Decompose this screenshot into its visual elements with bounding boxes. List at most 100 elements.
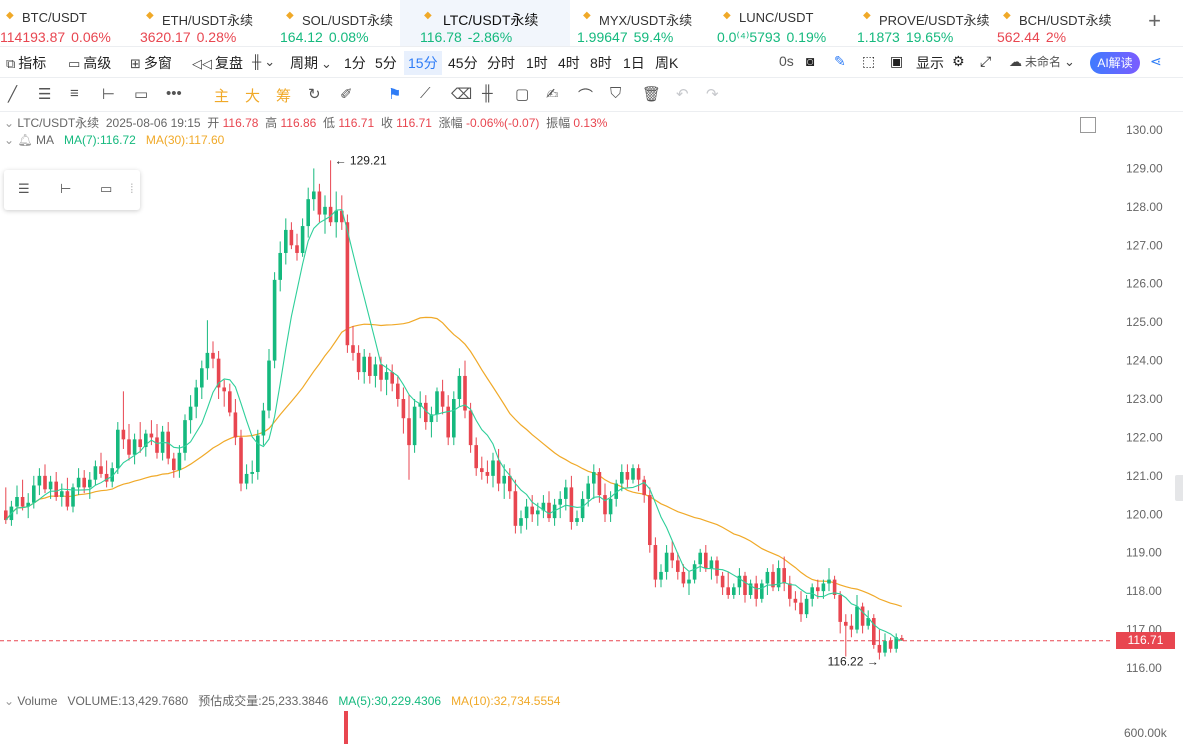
y-axis-tick: 124.00	[1126, 354, 1163, 368]
candle-body	[620, 472, 624, 484]
candle-body	[121, 429, 126, 440]
candle-body	[267, 360, 271, 411]
candle-body	[793, 598, 798, 603]
ma30-value: MA(30):117.60	[145, 133, 225, 147]
candle-body	[15, 496, 19, 507]
candle-body	[676, 560, 680, 572]
candle-body	[877, 644, 882, 653]
candle-body	[821, 583, 826, 592]
candle-body	[485, 472, 490, 476]
candle-body	[782, 568, 786, 584]
candle-body	[351, 345, 355, 353]
candle-body	[177, 452, 182, 471]
candle-body	[401, 399, 406, 419]
candle-body	[608, 498, 613, 515]
candle-body	[872, 618, 876, 645]
candle-body	[127, 439, 131, 455]
collapse-icon[interactable]: ⌄	[4, 116, 14, 130]
candle-body	[362, 356, 366, 373]
horizontal-ray-icon[interactable]: ⊢	[60, 181, 71, 197]
price-chart[interactable]: 130.00 129.00 128.00 127.00 126.00 125.00 124.…	[0, 0, 1183, 744]
horizontal-lines-icon[interactable]: ☰	[18, 181, 30, 197]
candle-body	[76, 477, 81, 488]
candle-body	[384, 372, 389, 380]
candle-body	[116, 429, 120, 469]
y-axis-tick: 127.00	[1126, 238, 1163, 252]
legend-symbol: LTC/USDT永续	[17, 116, 100, 130]
candle-body	[765, 571, 770, 584]
candle-body	[524, 506, 529, 519]
candle-body	[547, 502, 551, 519]
alarm-bell-icon[interactable]: 🔔︎	[17, 133, 32, 147]
drag-handle-icon[interactable]: ⁞	[130, 181, 134, 196]
amplitude-value: 0.13%	[573, 116, 608, 130]
candle-body	[88, 479, 92, 488]
candle-body	[396, 383, 400, 399]
candle-body	[149, 433, 154, 438]
candle-body	[799, 602, 803, 615]
candle-body	[888, 641, 893, 649]
candle-body	[536, 510, 540, 515]
candle-body	[502, 475, 506, 484]
change-label: 涨幅	[438, 116, 463, 130]
candle-body	[239, 437, 243, 484]
candle-body	[37, 475, 42, 486]
candle-body	[20, 496, 25, 507]
candle-body	[720, 575, 725, 588]
candle-body	[166, 431, 170, 459]
candle-body	[457, 375, 462, 399]
candle-body	[93, 466, 98, 480]
candle-body	[664, 552, 669, 572]
estimated-volume-label: 预估成交量:	[198, 694, 262, 708]
candle-body	[183, 420, 187, 453]
rectangle-icon[interactable]: ▭	[100, 181, 112, 197]
candle-body	[312, 191, 316, 200]
candle-body	[508, 475, 512, 492]
volume-ma10-value: MA(10):32,734.5554	[451, 694, 561, 708]
candle-body	[480, 468, 484, 473]
candle-body	[379, 364, 383, 380]
y-axis-tick: 129.00	[1126, 161, 1163, 175]
candle-body	[788, 583, 792, 599]
chart-expand-icon[interactable]	[1080, 117, 1096, 133]
candle-body	[709, 560, 714, 569]
ma-title: MA	[35, 133, 54, 147]
ma7-value: MA(7):116.72	[64, 133, 136, 147]
candle-body	[194, 387, 198, 407]
candle-body	[687, 579, 691, 584]
y-axis-tick: 121.00	[1126, 469, 1163, 483]
candle-body	[513, 491, 518, 526]
candle-body	[211, 352, 215, 359]
candle-body	[284, 229, 288, 253]
collapse-icon[interactable]: ⌄	[4, 133, 14, 147]
amplitude-label: 振幅	[546, 116, 571, 130]
y-axis-tick: 122.00	[1126, 430, 1163, 444]
candle-body	[586, 483, 590, 499]
candle-body	[435, 391, 439, 415]
change-value: -0.06%(-0.07)	[466, 116, 540, 130]
candle-body	[334, 210, 338, 223]
open-value: 116.78	[222, 116, 259, 130]
collapse-icon[interactable]: ⌄	[4, 694, 14, 708]
candle-body	[732, 587, 736, 595]
candle-body	[60, 491, 64, 497]
high-value: 116.86	[280, 116, 317, 130]
candle-body	[295, 245, 299, 253]
volume-axis-tick: 600.00k	[1124, 726, 1168, 740]
y-axis-tick: 120.00	[1126, 507, 1163, 521]
volume-legend: ⌄ Volume VOLUME:13,429.7680 预估成交量:25,233…	[4, 692, 560, 709]
y-axis-tick: 126.00	[1126, 277, 1163, 291]
candle-body	[373, 364, 378, 376]
candle-body	[468, 410, 473, 446]
candle-body	[138, 439, 142, 448]
candle-body	[200, 368, 204, 388]
candle-body	[272, 279, 277, 361]
candle-body	[317, 191, 322, 215]
close-value: 116.71	[396, 116, 432, 130]
y-axis-tick: 116.00	[1126, 661, 1162, 675]
candle-body	[412, 406, 417, 446]
estimated-volume-value: 25,233.3846	[261, 694, 329, 708]
candle-body	[569, 487, 574, 522]
side-panel-handle[interactable]	[1175, 475, 1183, 501]
close-label: 收	[380, 116, 393, 130]
